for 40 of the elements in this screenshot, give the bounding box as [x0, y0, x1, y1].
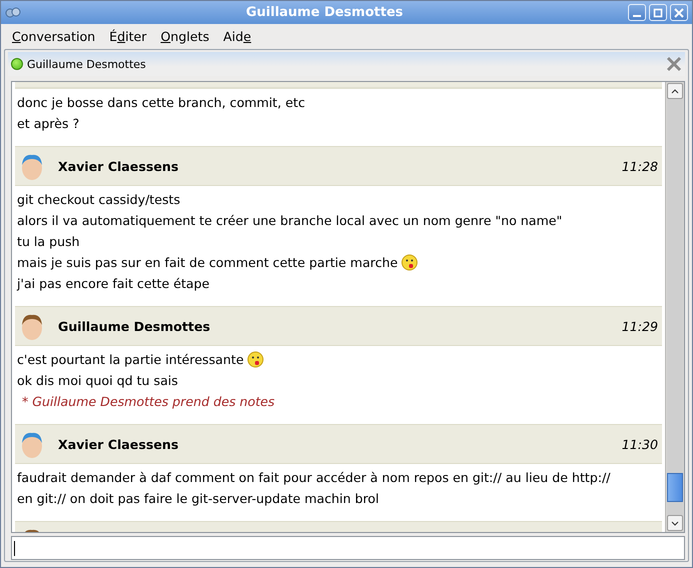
minimize-button[interactable] [628, 4, 646, 21]
message-input[interactable] [11, 536, 685, 560]
message-text: faudrait demander à daf comment on fait pour accéder à nom repos en git:// au lieu de http:// [17, 470, 610, 485]
maximize-icon [653, 8, 663, 18]
menu-item[interactable]: Aide [216, 28, 258, 44]
caret-down-icon [671, 520, 679, 526]
scrollbar[interactable] [665, 82, 684, 532]
message-text: alors il va automatiquement te créer une branche local avec un nom genre "no name" [17, 213, 562, 228]
emoticon-icon [400, 254, 418, 271]
message-time: 11:28 [622, 158, 658, 174]
menu-item[interactable]: Onglets [154, 28, 216, 44]
minimize-icon [633, 14, 641, 16]
emoticon-icon [246, 351, 264, 368]
close-button[interactable] [670, 4, 688, 21]
scroll-thumb[interactable] [667, 473, 683, 502]
message-text: ok dis moi quoi qd tu sais [17, 373, 178, 388]
action-message: * Guillaume Desmottes prend des notes [21, 394, 275, 409]
message-text: mais je suis pas sur en fait de comment cette partie marche [17, 255, 398, 270]
message-time: 11:30 [622, 436, 658, 452]
scroll-down-button[interactable] [667, 515, 683, 531]
message-text: tu la push [17, 234, 80, 249]
close-icon [674, 8, 684, 18]
message-text: j'ai pas encore fait cette étape [17, 276, 210, 291]
caret-up-icon [671, 88, 679, 94]
menu-item[interactable]: Conversation [5, 28, 102, 44]
message-time: 11:29 [622, 318, 658, 334]
message-text: en git:// on doit pas faire le git-server-update machin brol [17, 491, 379, 506]
message-text: donc je bosse dans cette branch, commit, etc [17, 95, 305, 110]
maximize-button[interactable] [649, 4, 667, 21]
window-title: Guillaume Desmottes [244, 5, 404, 20]
menu-item[interactable]: Éditer [102, 28, 154, 44]
sender-name: Xavier Claessens [58, 158, 180, 174]
message-text: git checkout cassidy/tests [17, 192, 180, 207]
sender-name: Guillaume Desmottes [58, 318, 212, 334]
close-icon[interactable] [666, 56, 682, 72]
message-text: c'est pourtant la partie intéressante [17, 352, 244, 367]
app-icon [5, 6, 21, 18]
scroll-up-button[interactable] [667, 83, 683, 99]
sender-name: Xavier Claessens [58, 436, 180, 452]
message-text: et après ? [17, 116, 80, 131]
